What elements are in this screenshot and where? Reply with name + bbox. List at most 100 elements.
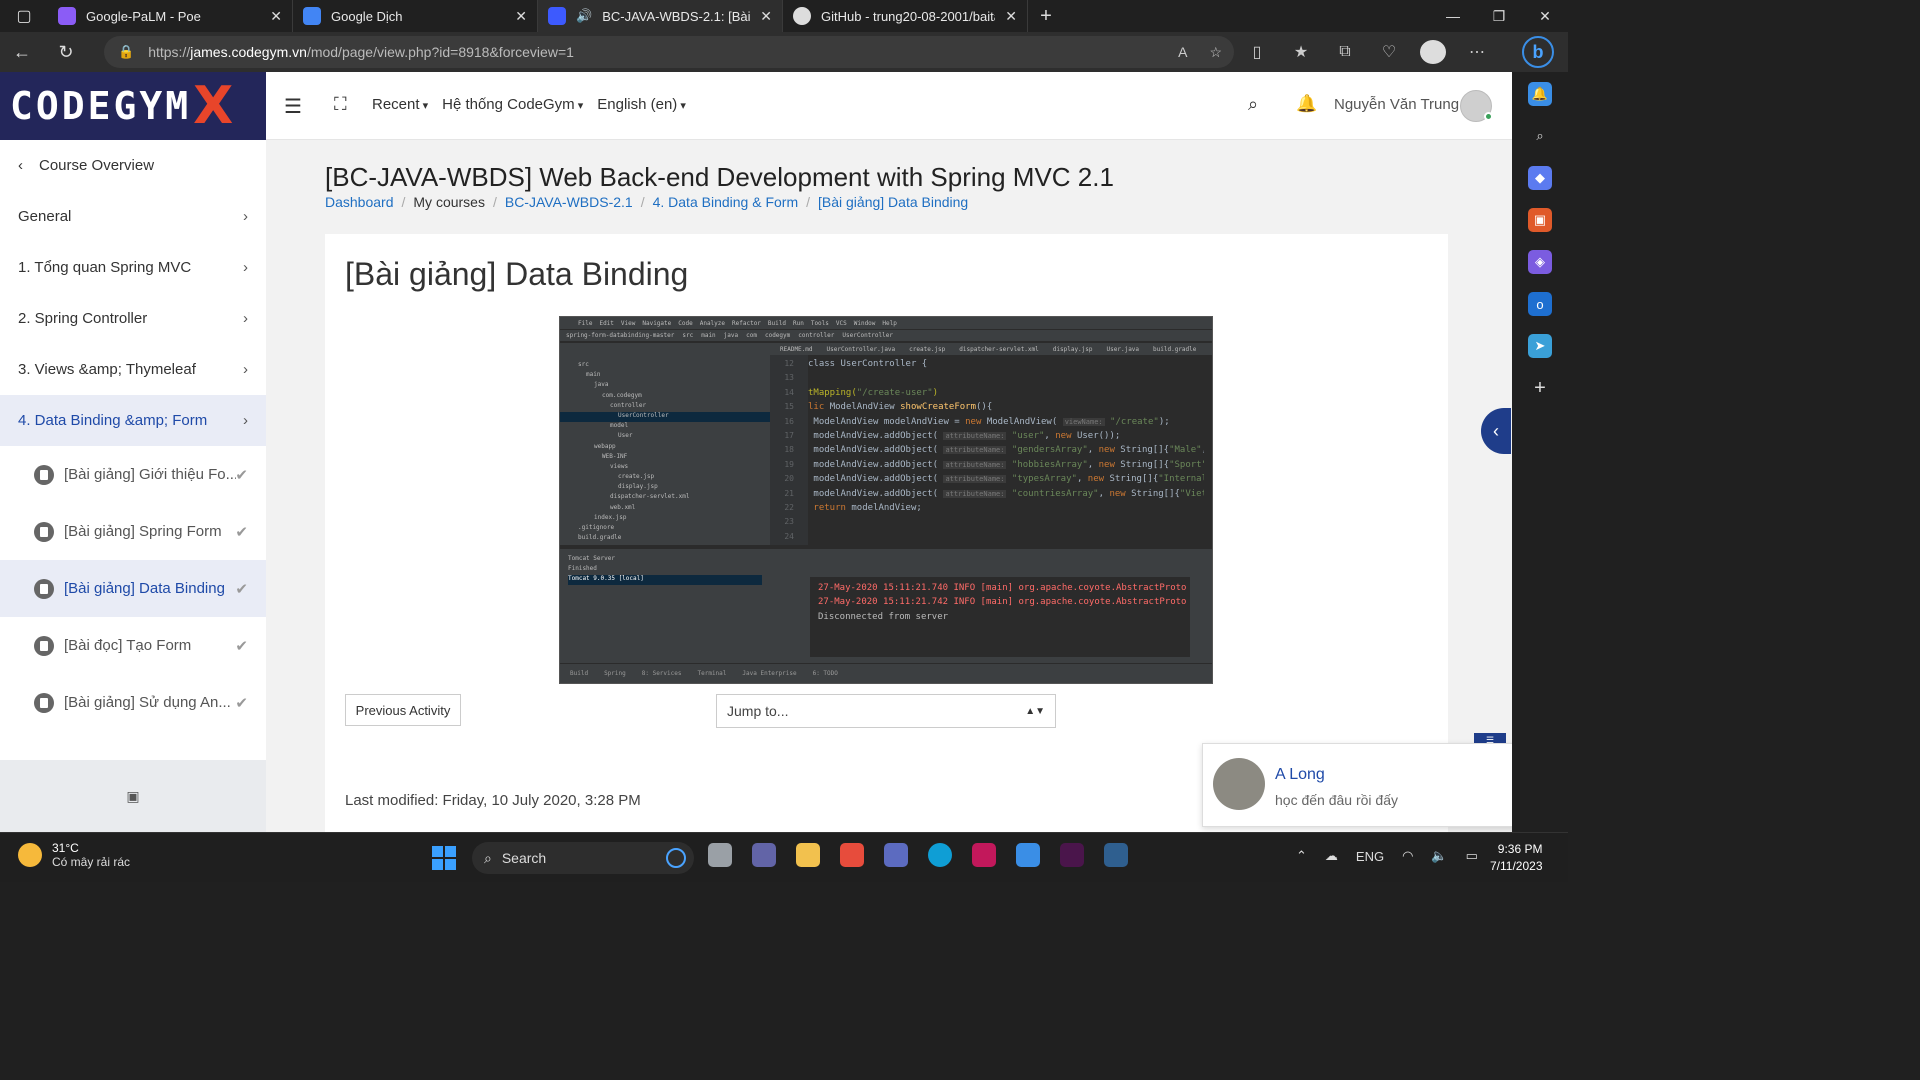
tools-icon[interactable]: ▣ [1528,208,1552,232]
split-screen-icon[interactable]: ▯ [1244,42,1270,62]
ide-menu-item: Navigate [642,319,672,327]
ide-tree-item: web.xml [610,503,636,511]
language-indicator[interactable]: ENG [1356,849,1384,864]
file-explorer-icon[interactable] [796,843,820,867]
nav-he-thong-codegym[interactable]: Hệ thống CodeGym [442,96,583,113]
task-view-icon[interactable] [708,843,732,867]
wifi-icon[interactable]: ◠ [1402,848,1413,864]
tab-codegym[interactable]: 🔊 BC-JAVA-WBDS-2.1: [Bài giả ✕ [538,0,783,32]
store-icon[interactable] [884,843,908,867]
tab-google-translate[interactable]: Google Dịch ✕ [293,0,538,32]
previous-activity-button[interactable]: Previous Activity [345,694,461,726]
read-aloud-icon[interactable]: A [1178,44,1187,61]
temperature: 31°C [52,841,79,855]
ide-menu-item: Tools [810,319,829,327]
clock[interactable]: 9:36 PM 7/11/2023 [1490,841,1543,875]
more-options-icon[interactable]: ⋯ [1464,42,1490,62]
chat-notification[interactable]: A Long học đến đâu rồi đấy ✕ [1202,743,1512,827]
breadcrumb-course[interactable]: BC-JAVA-WBDS-2.1 [505,194,633,210]
profile-icon[interactable] [1420,40,1446,64]
photos-icon[interactable] [840,843,864,867]
battery-icon[interactable]: ▭ [1466,848,1478,864]
code-line: return modelAndView; [813,502,922,513]
user-name[interactable]: Nguyễn Văn Trung [1334,96,1459,113]
taskbar-search[interactable]: ⌕ Search [472,842,694,874]
notification-icon[interactable]: 🔔 [1528,82,1552,106]
sidebar-section-general[interactable]: General › [0,191,266,242]
hamburger-menu-icon[interactable]: ☰ [284,94,302,119]
sidebar-activity[interactable]: [Bài đọc] Tạo Form ✔ [0,617,266,674]
ide-editor-tab: create.jsp [909,345,946,353]
speaker-icon[interactable]: 🔊 [576,8,592,24]
app-icon[interactable] [1104,843,1128,867]
sidebar-activity[interactable]: [Bài giảng] Spring Form ✔ [0,503,266,560]
search-icon[interactable]: ⌕ [1248,94,1258,115]
refresh-icon[interactable]: ↻ [44,32,88,72]
favorites-icon[interactable]: ★ [1288,42,1314,62]
notepad-icon[interactable] [1016,843,1040,867]
close-icon[interactable]: ✕ [760,8,772,25]
close-icon[interactable]: ✕ [515,8,527,25]
edge-icon[interactable] [928,843,952,867]
bing-copilot-icon[interactable]: b [1522,36,1554,68]
tab-poe[interactable]: Google-PaLM - Poe ✕ [48,0,293,32]
sidebar-section-1[interactable]: 1. Tổng quan Spring MVC › [0,242,266,293]
add-icon[interactable]: + [1528,376,1552,400]
sidebar-activity[interactable]: [Bài giảng] Giới thiệu Fo... ✔ [0,446,266,503]
close-icon[interactable]: ✕ [1005,8,1017,25]
favorite-star-icon[interactable]: ☆ [1209,44,1222,61]
ide-editor-tab: UserController.java [826,345,896,353]
course-overview-link[interactable]: ‹ Course Overview [0,140,266,191]
codegym-logo[interactable]: CODEGYM X [0,72,266,140]
minimize-icon[interactable]: — [1430,0,1476,32]
breadcrumb-separator: / [401,194,406,210]
nav-recent[interactable]: Recent [372,96,428,113]
breadcrumb-section[interactable]: 4. Data Binding & Form [653,194,799,210]
sidebar-section-4[interactable]: 4. Data Binding &amp; Form › [0,395,266,446]
logo-x: X [193,76,234,136]
jump-to-select[interactable]: Jump to... ▲▼ [716,694,1056,728]
breadcrumb-dashboard[interactable]: Dashboard [325,194,394,210]
shopping-icon[interactable]: ◆ [1528,166,1552,190]
maximize-icon[interactable]: ❐ [1476,0,1522,32]
sidebar-section-3[interactable]: 3. Views &amp; Thymeleaf › [0,344,266,395]
slack-icon[interactable] [1060,843,1084,867]
sidebar-activity[interactable]: [Bài giảng] Sử dụng An... ✔ [0,674,266,731]
sidebar-section-2[interactable]: 2. Spring Controller › [0,293,266,344]
chevron-left-icon[interactable]: ‹ [1481,408,1511,454]
url-field[interactable]: 🔒 https://james.codegym.vn/mod/page/view… [104,36,1234,68]
tab-github[interactable]: GitHub - trung20-08-2001/baita ✕ [783,0,1028,32]
onedrive-icon[interactable]: ☁ [1325,848,1338,864]
date: 7/11/2023 [1490,859,1543,873]
start-button[interactable] [432,846,456,870]
code-line: tMapping("/create-user") [808,387,939,398]
sidebar-activity-current[interactable]: [Bài giảng] Data Binding ✔ [0,560,266,617]
volume-icon[interactable]: 🔈 [1431,848,1447,864]
performance-icon[interactable]: ♡ [1376,42,1402,62]
breadcrumb-page[interactable]: [Bài giảng] Data Binding [818,194,968,210]
new-tab-button[interactable]: + [1028,0,1064,32]
bell-icon[interactable]: 🔔 [1296,94,1317,114]
dock-icon[interactable]: ▣ [126,788,139,805]
games-icon[interactable]: ◈ [1528,250,1552,274]
ide-line-number: 22 [784,502,794,512]
outlook-icon[interactable]: o [1528,292,1552,316]
weather-widget[interactable]: 31°C Có mây rải rác [18,841,130,869]
google-translate-icon [303,7,321,25]
close-icon[interactable]: ✕ [270,8,282,25]
workspaces-icon[interactable]: ▢ [0,0,48,32]
send-icon[interactable]: ➤ [1528,334,1552,358]
fullscreen-icon[interactable]: ⛶ [334,94,347,115]
tab-title: GitHub - trung20-08-2001/baita [821,8,996,24]
nav-language[interactable]: English (en) [597,96,686,113]
chevron-up-icon[interactable]: ⌃ [1296,848,1307,864]
ide-editor-tab: display.jsp [1052,345,1093,353]
search-icon[interactable]: ⌕ [1528,124,1552,148]
back-icon[interactable]: ← [0,32,44,72]
close-window-icon[interactable]: ✕ [1522,0,1568,32]
ide-status-bar: Build Spring 8: Services Terminal Java Enter… [560,663,1212,683]
collections-icon[interactable]: ⧉ [1332,43,1358,61]
intellij-icon[interactable] [972,843,996,867]
teams-icon[interactable] [752,843,776,867]
